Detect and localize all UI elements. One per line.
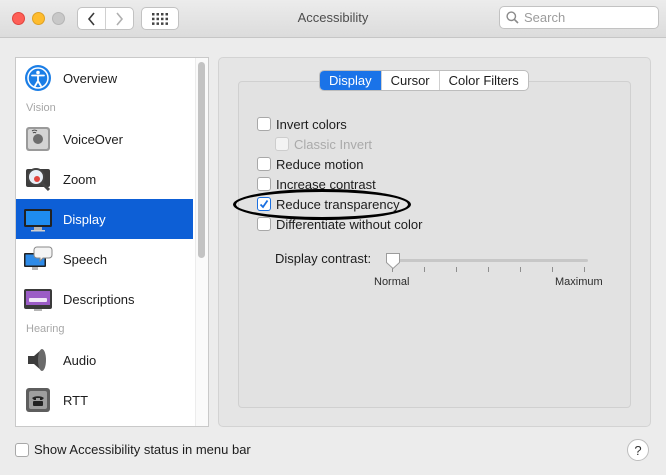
sidebar-item-speech[interactable]: Speech [16,239,193,279]
reduce-motion-checkbox[interactable] [257,157,271,171]
reduce-motion-option[interactable]: Reduce motion [257,156,363,172]
voiceover-icon [23,124,53,154]
slider-tick [488,267,489,272]
sidebar-item-overview[interactable]: Overview [16,58,193,98]
zoom-icon [23,164,53,194]
slider-tick [520,267,521,272]
speech-icon [23,244,53,274]
sidebar-item-label: VoiceOver [63,131,123,147]
sidebar-group-vision: Vision [26,102,56,114]
slider-tick [584,267,585,272]
sidebar-item-label: Descriptions [63,291,135,307]
display-contrast-label: Display contrast: [275,251,372,266]
slider-tick [424,267,425,272]
sidebar-item-label: Zoom [63,171,97,187]
invert-colors-option[interactable]: Invert colors [257,116,347,132]
sidebar-item-rtt[interactable]: RTT [16,380,193,420]
show-status-option[interactable]: Show Accessibility status in menu bar [15,442,251,457]
invert-colors-checkbox[interactable] [257,117,271,131]
sidebar-scroll-thumb[interactable] [198,62,205,258]
classic-invert-option: Classic Invert [275,136,372,152]
title-bar: Accessibility Search [0,0,666,38]
slider-tick [456,267,457,272]
search-placeholder: Search [524,10,566,25]
highlight-ellipse [233,189,411,220]
sidebar-item-zoom[interactable]: Zoom [16,159,193,199]
tab-display[interactable]: Display [320,71,381,90]
slider-min-label: Normal [374,276,410,288]
sidebar-item-label: Overview [63,70,118,86]
sidebar-item-label: Audio [63,352,97,368]
search-field[interactable]: Search [499,6,659,29]
differentiate-without-color-checkbox[interactable] [257,217,271,231]
show-status-label: Show Accessibility status in menu bar [34,442,251,457]
sidebar-scrollbar[interactable] [195,58,208,426]
sidebar-item-label: RTT [63,392,89,408]
reduce-motion-label: Reduce motion [276,156,364,172]
sidebar-group-hearing: Hearing [26,323,65,335]
accessibility-icon [23,63,53,93]
descriptions-icon [23,284,53,314]
help-button[interactable]: ? [627,439,649,461]
rtt-icon [23,385,53,415]
show-status-checkbox[interactable] [15,442,29,457]
invert-colors-label: Invert colors [276,116,347,132]
slider-tick [552,267,553,272]
sidebar-item-label: Display [63,211,106,227]
display-contrast-slider-thumb[interactable] [385,252,401,270]
sidebar-item-display[interactable]: Display [16,199,193,239]
sidebar-item-label: Speech [63,251,108,267]
search-icon [506,11,519,24]
classic-invert-checkbox [275,137,289,151]
display-contrast-slider[interactable] [392,259,588,262]
increase-contrast-checkbox[interactable] [257,177,271,191]
tab-bar: Display Cursor Color Filters [319,70,529,91]
tab-cursor[interactable]: Cursor [380,71,439,90]
classic-invert-label: Classic Invert [294,136,373,152]
sidebar-item-audio[interactable]: Audio [16,340,193,380]
audio-icon [23,345,53,375]
sidebar-item-voiceover[interactable]: VoiceOver [16,119,193,159]
sidebar: Overview Vision VoiceOver Zoom Display S… [15,57,209,427]
display-icon [23,204,53,234]
tab-color-filters[interactable]: Color Filters [438,71,528,90]
slider-max-label: Maximum [555,276,603,288]
sidebar-item-descriptions[interactable]: Descriptions [16,279,193,319]
